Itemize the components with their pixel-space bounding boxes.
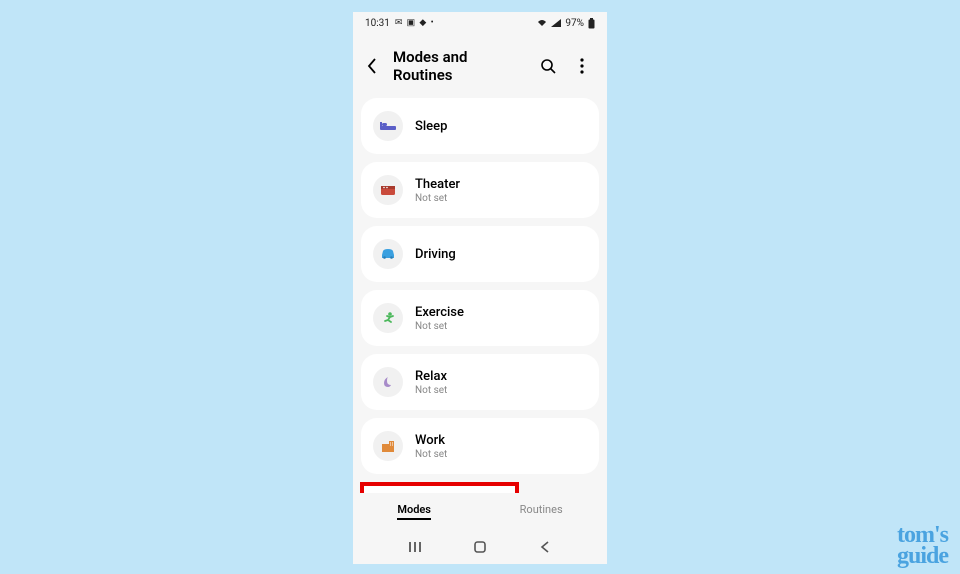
mode-item-work[interactable]: Work Not set <box>361 418 599 474</box>
theater-icon <box>373 175 403 205</box>
mode-item-relax[interactable]: Relax Not set <box>361 354 599 410</box>
bottom-tabs: Modes Routines <box>353 493 607 530</box>
work-icon <box>373 431 403 461</box>
mode-item-driving[interactable]: Driving <box>361 226 599 282</box>
watermark-logo: tom's guide <box>897 525 948 566</box>
signal-icon <box>551 19 561 27</box>
mode-item-theater[interactable]: Theater Not set <box>361 162 599 218</box>
app-header: Modes and Routines <box>353 34 607 98</box>
battery-text: 97% <box>565 18 584 29</box>
back-button[interactable] <box>363 57 381 75</box>
add-mode-button[interactable]: Add mode <box>360 482 519 493</box>
android-nav-bar <box>353 530 607 564</box>
watermark-line2: guide <box>897 546 948 566</box>
exercise-icon <box>373 303 403 333</box>
status-left: 10:31 ✉ ▣ ◆ • <box>365 18 435 29</box>
mode-label: Sleep <box>415 119 447 134</box>
mode-sub: Not set <box>415 385 447 396</box>
mode-sub: Not set <box>415 193 460 204</box>
sleep-icon <box>373 111 403 141</box>
relax-icon <box>373 367 403 397</box>
mode-label: Exercise <box>415 305 464 320</box>
page-title: Modes and Routines <box>393 48 525 84</box>
status-right: 97% <box>537 18 595 29</box>
home-button[interactable] <box>470 537 490 557</box>
search-button[interactable] <box>537 55 559 77</box>
tab-routines[interactable]: Routines <box>520 503 563 520</box>
mode-item-sleep[interactable]: Sleep <box>361 98 599 154</box>
mode-sub: Not set <box>415 321 464 332</box>
mode-label: Relax <box>415 369 447 384</box>
driving-icon <box>373 239 403 269</box>
modes-list: Sleep Theater Not set Driving <box>353 98 607 493</box>
mode-label: Work <box>415 433 447 448</box>
recent-apps-button[interactable] <box>405 537 425 557</box>
status-time: 10:31 <box>365 18 390 29</box>
phone-frame: 10:31 ✉ ▣ ◆ • 97% Modes and Routines <box>353 12 607 564</box>
status-notif-icons: ✉ ▣ ◆ • <box>395 18 435 28</box>
nav-back-button[interactable] <box>535 537 555 557</box>
status-bar: 10:31 ✉ ▣ ◆ • 97% <box>353 12 607 34</box>
battery-icon <box>588 18 595 29</box>
mode-label: Driving <box>415 247 456 262</box>
mode-label: Theater <box>415 177 460 192</box>
mode-item-exercise[interactable]: Exercise Not set <box>361 290 599 346</box>
tab-modes[interactable]: Modes <box>397 503 431 520</box>
more-menu-button[interactable] <box>571 55 593 77</box>
wifi-icon <box>537 19 547 27</box>
mode-sub: Not set <box>415 449 447 460</box>
